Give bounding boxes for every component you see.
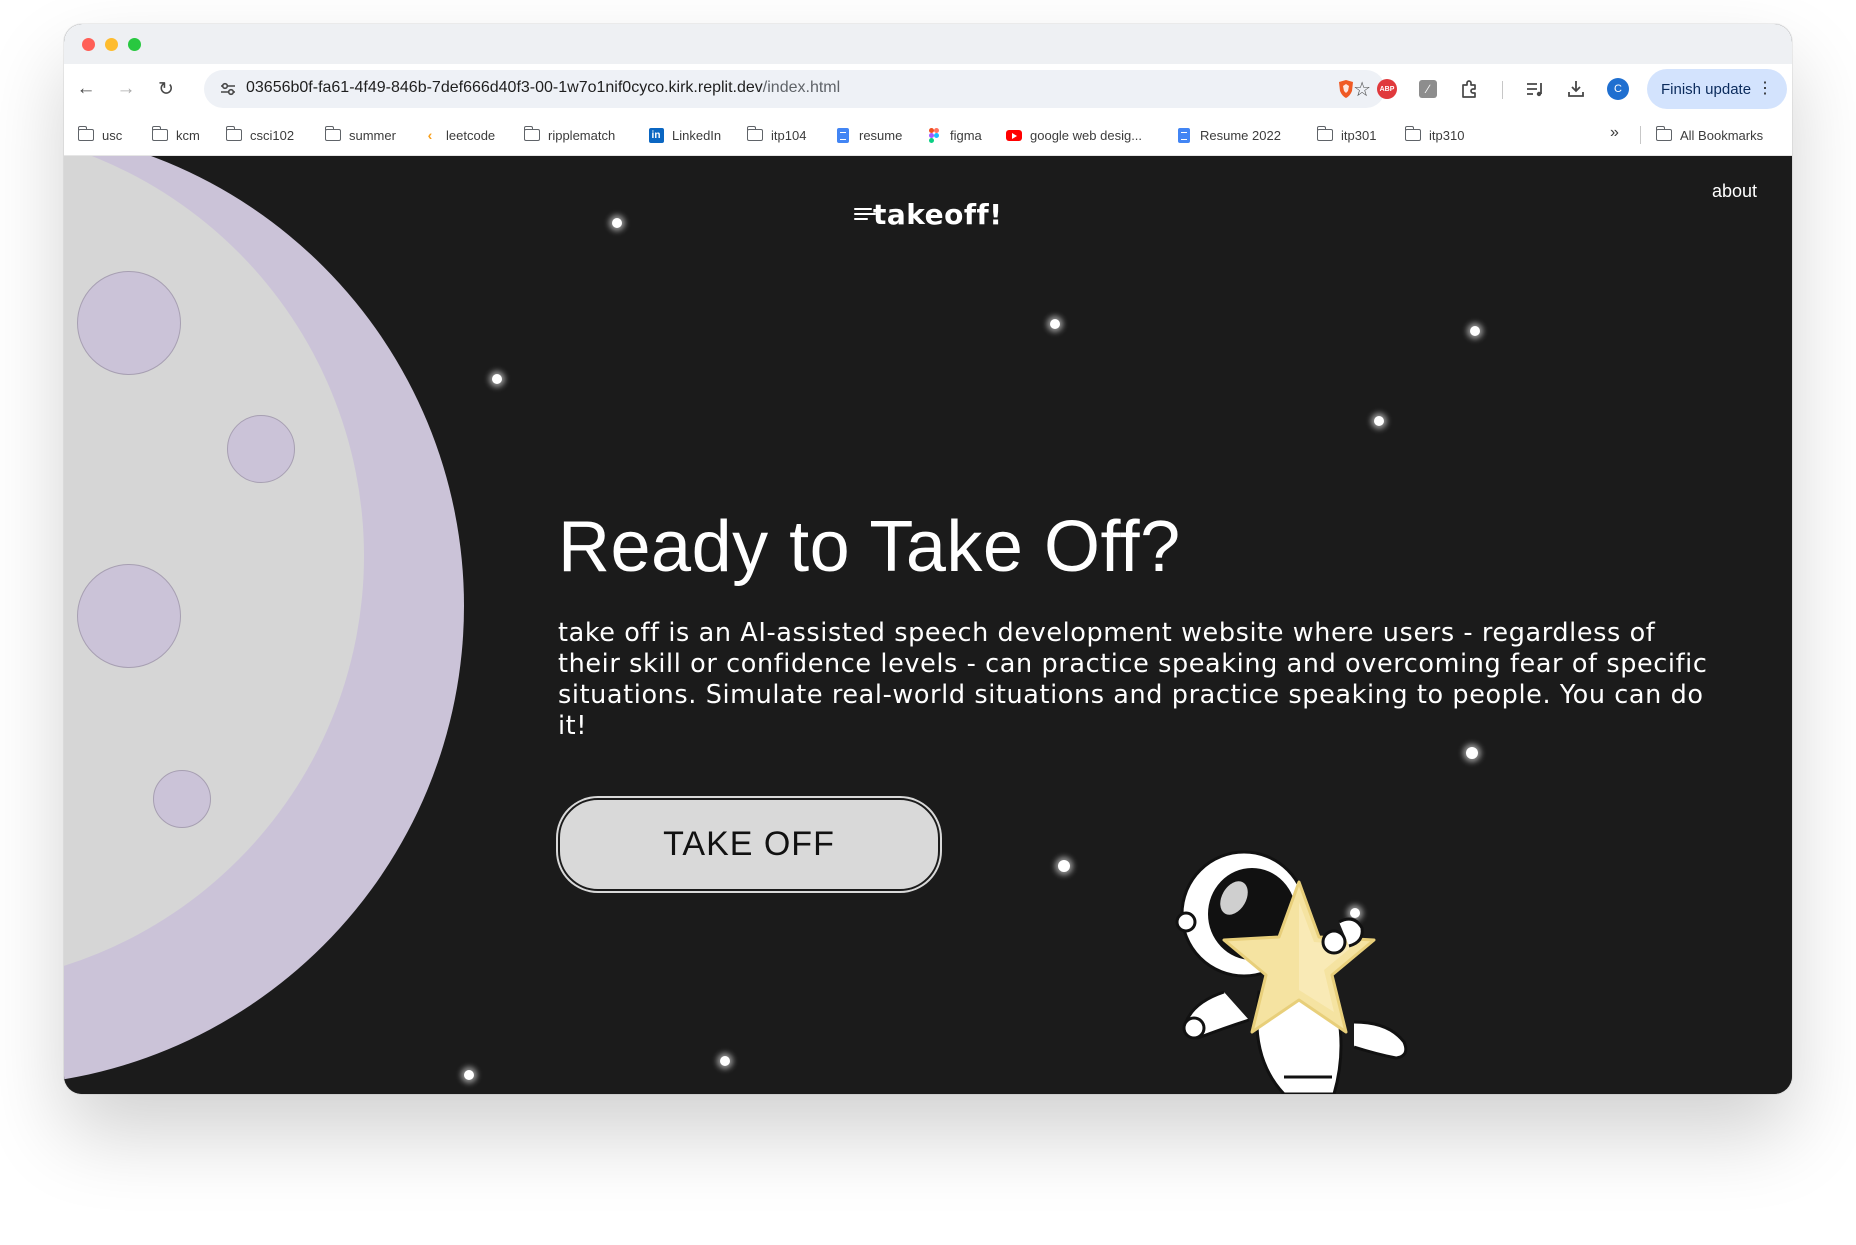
hero-title: Ready to Take Off? bbox=[558, 507, 1181, 587]
abp-badge: ABP bbox=[1377, 79, 1397, 99]
logo-text: takeoff! bbox=[873, 198, 1003, 231]
bookmark-label: LinkedIn bbox=[672, 127, 722, 143]
chevron-double-right-icon[interactable]: » bbox=[1610, 124, 1619, 142]
bookmark-item[interactable]: summer bbox=[324, 125, 396, 145]
bookmark-label: google web desig... bbox=[1030, 127, 1143, 143]
folder-icon bbox=[151, 126, 168, 143]
bookmark-item[interactable]: in LinkedIn bbox=[648, 125, 721, 145]
page-content: takeoff! about Ready to Take Off? take o… bbox=[64, 156, 1792, 1094]
star-dot bbox=[1466, 747, 1478, 759]
speed-lines-icon bbox=[854, 208, 876, 222]
bookmark-item[interactable]: itp310 bbox=[1404, 125, 1465, 145]
moon-crater bbox=[153, 770, 211, 828]
more-vertical-icon: ⋮ bbox=[1757, 80, 1773, 97]
leetcode-icon: ‹ bbox=[427, 127, 433, 143]
media-controls-icon[interactable] bbox=[1523, 77, 1547, 101]
back-button[interactable]: ← bbox=[72, 75, 100, 103]
extension-gray-icon[interactable]: ∕ bbox=[1416, 77, 1440, 101]
downloads-icon[interactable] bbox=[1564, 77, 1588, 101]
bookmarks-bar: usc kcm csci102 summer ‹ leetcode ripplem… bbox=[64, 114, 1792, 156]
bookmark-label: leetcode bbox=[446, 127, 496, 143]
bookmark-item[interactable]: resume bbox=[835, 125, 902, 145]
all-bookmarks-label: All Bookmarks bbox=[1680, 127, 1764, 143]
take-off-button[interactable]: TAKE OFF bbox=[558, 798, 940, 891]
url-path: /index.html bbox=[762, 79, 841, 96]
address-bar[interactable]: 03656b0f-fa61-4f49-846b-7def666d40f3-00-… bbox=[204, 70, 1385, 108]
bookmark-label: summer bbox=[349, 127, 396, 143]
close-window-button[interactable] bbox=[82, 38, 95, 51]
bookmark-label: kcm bbox=[176, 127, 200, 143]
folder-icon bbox=[77, 126, 94, 143]
folder-icon bbox=[746, 126, 763, 143]
folder-icon bbox=[1655, 126, 1672, 143]
bookmark-item[interactable]: ripplematch bbox=[523, 125, 616, 145]
bookmark-label: itp310 bbox=[1429, 127, 1465, 143]
bookmark-item[interactable]: itp301 bbox=[1316, 125, 1377, 145]
docs-icon bbox=[1176, 127, 1192, 143]
bookmark-label: resume bbox=[859, 127, 903, 143]
maximize-window-button[interactable] bbox=[128, 38, 141, 51]
finish-update-button[interactable]: Finish update ⋮ bbox=[1647, 69, 1787, 109]
star-dot bbox=[464, 1070, 474, 1080]
star-dot bbox=[1058, 860, 1070, 872]
astronaut-star-illustration bbox=[1175, 850, 1408, 1094]
bookmark-label: Resume 2022 bbox=[1200, 127, 1281, 143]
reload-icon: ↻ bbox=[158, 78, 174, 100]
bookmark-label: figma bbox=[950, 127, 982, 143]
bookmark-label: usc bbox=[102, 127, 123, 143]
extensions-puzzle-icon[interactable] bbox=[1457, 77, 1481, 101]
minimize-window-button[interactable] bbox=[105, 38, 118, 51]
bookmark-item[interactable]: kcm bbox=[151, 125, 200, 145]
bookmark-label: csci102 bbox=[250, 127, 295, 143]
hero-description: take off is an AI-assisted speech develo… bbox=[558, 618, 1708, 741]
moon-crater bbox=[227, 415, 295, 483]
bookmark-label: itp104 bbox=[771, 127, 807, 143]
all-bookmarks-button[interactable]: All Bookmarks bbox=[1655, 125, 1764, 145]
linkedin-icon: in bbox=[648, 127, 664, 143]
site-logo[interactable]: takeoff! bbox=[854, 198, 1003, 231]
folder-icon bbox=[1316, 126, 1333, 143]
arrow-left-icon: ← bbox=[76, 78, 96, 99]
title-bar bbox=[64, 24, 1792, 64]
bookmark-item[interactable]: figma bbox=[926, 125, 982, 145]
star-dot bbox=[1374, 416, 1384, 426]
star-dot bbox=[1050, 319, 1060, 329]
adblock-plus-icon[interactable]: ABP bbox=[1375, 77, 1399, 101]
forward-button[interactable]: → bbox=[112, 75, 140, 103]
moon-crater bbox=[77, 271, 181, 375]
arrow-right-icon: → bbox=[116, 78, 136, 99]
finish-update-label: Finish update bbox=[1661, 80, 1752, 98]
bookmark-label: itp301 bbox=[1341, 127, 1377, 143]
bookmarks-separator bbox=[1640, 126, 1641, 144]
bookmark-item[interactable]: itp104 bbox=[746, 125, 807, 145]
folder-icon bbox=[523, 126, 540, 143]
url-text: 03656b0f-fa61-4f49-846b-7def666d40f3-00-… bbox=[246, 79, 840, 97]
nav-about-link[interactable]: about bbox=[1712, 181, 1757, 202]
moon-crater bbox=[77, 564, 181, 668]
figma-icon bbox=[926, 127, 942, 143]
bookmark-item[interactable]: csci102 bbox=[225, 125, 295, 145]
brave-shield-icon[interactable] bbox=[1334, 77, 1358, 101]
bookmark-item[interactable]: ‹ leetcode bbox=[422, 125, 496, 145]
star-dot bbox=[612, 218, 622, 228]
profile-avatar[interactable]: C bbox=[1607, 78, 1629, 100]
browser-toolbar: ← → ↻ 03656b0f-fa61-4f49-846b-7def666d40… bbox=[64, 64, 1792, 114]
youtube-icon bbox=[1006, 127, 1022, 143]
star-dot bbox=[492, 374, 502, 384]
docs-icon bbox=[835, 127, 851, 143]
reload-button[interactable]: ↻ bbox=[152, 75, 180, 103]
site-settings-icon[interactable] bbox=[218, 79, 238, 99]
toolbar-separator bbox=[1502, 81, 1503, 99]
bookmark-item[interactable]: usc bbox=[77, 125, 123, 145]
bookmark-item[interactable]: google web desig... bbox=[1006, 125, 1142, 145]
star-dot bbox=[1470, 326, 1480, 336]
browser-window: ← → ↻ 03656b0f-fa61-4f49-846b-7def666d40… bbox=[64, 24, 1792, 1094]
folder-icon bbox=[1404, 126, 1421, 143]
star-dot bbox=[720, 1056, 730, 1066]
bookmark-item[interactable]: Resume 2022 bbox=[1176, 125, 1281, 145]
url-host: 03656b0f-fa61-4f49-846b-7def666d40f3-00-… bbox=[246, 79, 763, 96]
bookmark-label: ripplematch bbox=[548, 127, 616, 143]
folder-icon bbox=[225, 126, 242, 143]
folder-icon bbox=[324, 126, 341, 143]
